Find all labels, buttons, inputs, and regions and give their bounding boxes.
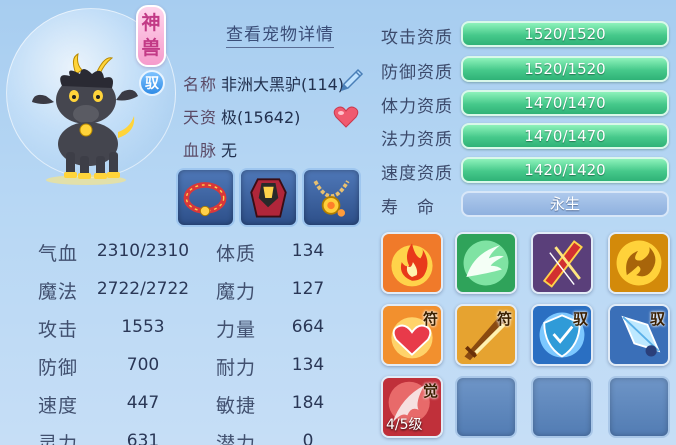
skill-slot-9[interactable]: 觉 4/5级 xyxy=(381,376,443,438)
attr-value-endurance: 134 xyxy=(291,355,325,375)
apt-label-mana: 法力资质 xyxy=(381,130,453,150)
bloodline-row: 血脉无 xyxy=(183,137,237,161)
stat-label-defense: 防御 xyxy=(38,357,79,379)
skill-slot-8[interactable]: 驭 xyxy=(608,304,670,366)
divine-beast-badge-char-1: 神 xyxy=(141,12,161,34)
attr-label-endurance: 耐力 xyxy=(216,357,257,379)
stat-label-mp: 魔法 xyxy=(38,281,79,303)
attr-value-magic: 127 xyxy=(291,279,325,299)
apt-label-attack: 攻击资质 xyxy=(381,28,453,48)
stat-label-spirit: 灵力 xyxy=(38,433,79,445)
apt-label-stamina: 体力资质 xyxy=(381,97,453,117)
skill-slot-1[interactable] xyxy=(381,232,443,294)
skill-slot-6[interactable]: 符 xyxy=(455,304,517,366)
wing-skill-icon xyxy=(457,234,515,292)
attr-label-potential: 潜力 xyxy=(216,433,257,445)
red-collar-icon xyxy=(183,182,227,217)
attr-label-constitution: 体质 xyxy=(216,243,257,265)
apt-bar-mana: 1470/1470 xyxy=(461,123,669,149)
attr-value-constitution: 134 xyxy=(291,241,325,261)
attr-value-agility: 184 xyxy=(291,393,325,413)
stat-value-speed: 447 xyxy=(126,393,160,413)
rename-pen-icon[interactable] xyxy=(336,66,366,96)
skill-slot-4[interactable] xyxy=(608,232,670,294)
skill-slot-3[interactable] xyxy=(531,232,593,294)
stat-value-defense: 700 xyxy=(126,355,160,375)
bloodline-value: 无 xyxy=(221,141,238,160)
apt-bar-defense: 1520/1520 xyxy=(461,56,669,82)
pet-name-row: 名称 非洲大黑驴(114) xyxy=(183,71,343,95)
skill-slot-empty-2[interactable] xyxy=(531,376,593,438)
heart-icon[interactable] xyxy=(333,105,359,129)
apt-label-defense: 防御资质 xyxy=(381,63,453,83)
attr-value-potential: 0 xyxy=(302,431,314,445)
skill-slot-5[interactable]: 符 xyxy=(381,304,443,366)
pet-figure[interactable] xyxy=(26,52,146,186)
necklace-icon xyxy=(313,180,350,217)
apt-label-speed: 速度资质 xyxy=(381,164,453,184)
armor-icon xyxy=(250,178,287,218)
stat-value-mp: 2722/2722 xyxy=(96,279,190,299)
equip-slot-armor[interactable] xyxy=(239,168,298,227)
golden-dragon-skill-icon xyxy=(610,234,668,292)
bloodline-label: 血脉 xyxy=(183,141,218,160)
apt-bar-speed: 1420/1420 xyxy=(461,157,669,183)
pet-name-label: 名称 xyxy=(183,75,218,94)
attr-label-magic: 魔力 xyxy=(216,281,257,303)
skill-tag-8: 驭 xyxy=(649,310,665,328)
aptitude-value: 极(15642) xyxy=(221,108,301,127)
stat-label-hp: 气血 xyxy=(38,243,79,265)
blade-strike-skill-icon xyxy=(533,234,591,292)
skill-slot-7[interactable]: 驭 xyxy=(531,304,593,366)
skill-slot-2[interactable] xyxy=(455,232,517,294)
stat-value-hp: 2310/2310 xyxy=(96,241,190,261)
skill-tag-6: 符 xyxy=(496,310,512,328)
rider-badge: 驭 xyxy=(139,70,165,96)
equip-slot-collar[interactable] xyxy=(176,168,235,227)
stat-label-attack: 攻击 xyxy=(38,319,79,341)
stats-table: 气血 2310/2310 魔法 2722/2722 攻击 1553 防御 700… xyxy=(38,239,368,445)
divine-beast-badge: 神 兽 xyxy=(136,5,166,67)
apt-bar-stamina: 1470/1470 xyxy=(461,90,669,116)
lifespan-bar: 永生 xyxy=(461,191,669,217)
skill-tag-5: 符 xyxy=(422,310,438,328)
stat-value-attack: 1553 xyxy=(121,317,165,337)
skill-tag-7: 驭 xyxy=(572,310,588,328)
pet-name-value: 非洲大黑驴(114) xyxy=(221,75,343,94)
attr-value-strength: 664 xyxy=(291,317,325,337)
skill-slot-empty-1[interactable] xyxy=(455,376,517,438)
lifespan-label: 寿 命 xyxy=(381,198,435,218)
aptitude-row: 天资 极(15642) xyxy=(183,104,300,128)
attr-label-agility: 敏捷 xyxy=(216,395,257,417)
stat-label-speed: 速度 xyxy=(38,395,79,417)
stat-value-spirit: 631 xyxy=(126,431,160,445)
attr-label-strength: 力量 xyxy=(216,319,257,341)
view-pet-details-link[interactable]: 查看宠物详情 xyxy=(226,20,334,48)
aptitude-label: 天资 xyxy=(183,108,218,127)
skill-level-label: 4/5级 xyxy=(386,417,423,433)
equip-slot-necklace[interactable] xyxy=(302,168,361,227)
apt-bar-attack: 1520/1520 xyxy=(461,21,669,47)
divine-beast-badge-char-2: 兽 xyxy=(141,37,161,59)
fire-skill-icon xyxy=(383,234,441,292)
skill-tag-9: 觉 xyxy=(422,382,438,400)
skill-slot-empty-3[interactable] xyxy=(608,376,670,438)
